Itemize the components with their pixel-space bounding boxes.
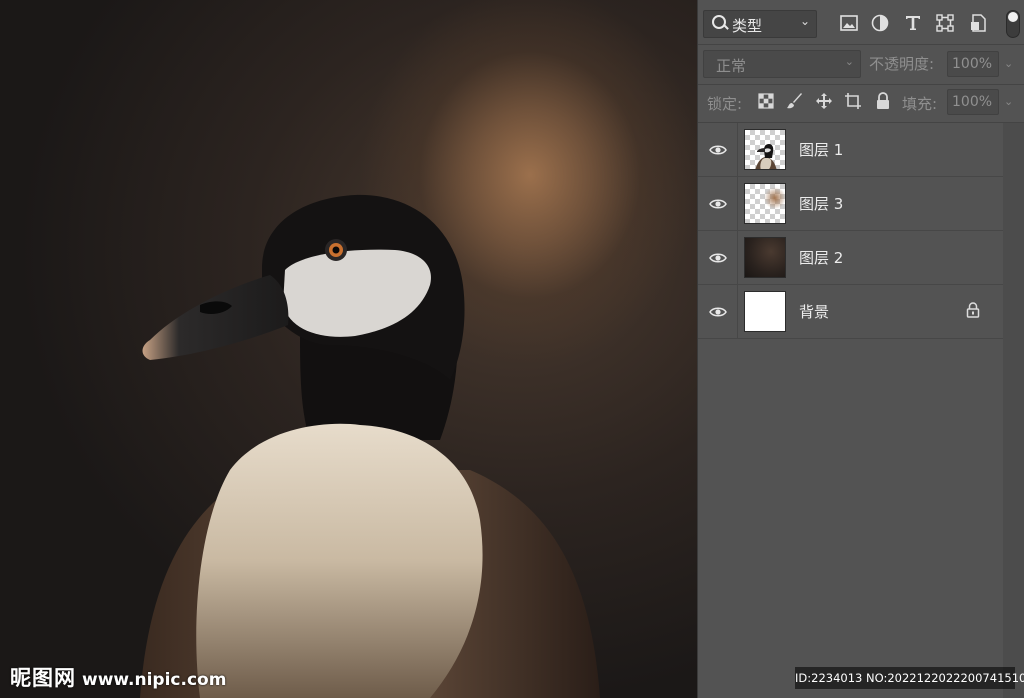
eye-icon	[708, 199, 727, 208]
chevron-down-icon: ⌄	[1004, 57, 1014, 70]
layer-thumbnail	[744, 237, 786, 278]
lock-transparent-icon[interactable]	[757, 92, 775, 110]
visibility-toggle[interactable]	[698, 177, 738, 230]
eye-icon	[708, 253, 727, 262]
layers-scrollbar[interactable]	[1003, 123, 1024, 698]
search-icon	[712, 15, 726, 29]
layer-row[interactable]: 图层 3	[698, 177, 1003, 231]
opacity-value: 100%	[952, 56, 993, 72]
panel-divider	[698, 44, 1024, 45]
lock-icon[interactable]	[966, 302, 980, 322]
opacity-label: 不透明度:	[869, 55, 935, 73]
layer-name[interactable]: 图层 1	[799, 139, 843, 160]
layers-list: 图层 1 图层 3 图层 2 背景	[698, 123, 1003, 339]
adjustment-circle-icon[interactable]	[870, 13, 890, 33]
watermark-logo: 昵图网 www.nipic.com	[10, 662, 226, 692]
smart-object-icon[interactable]	[968, 13, 988, 33]
watermark-url: www.nipic.com	[82, 670, 227, 690]
layer-row[interactable]: 图层 2	[698, 231, 1003, 285]
layer-row[interactable]: 背景	[698, 285, 1003, 339]
layer-row[interactable]: 图层 1	[698, 123, 1003, 177]
fill-input[interactable]: 100% ⌄	[947, 89, 1013, 115]
layer-filter-select[interactable]: 类型 ⌄	[703, 10, 817, 38]
opacity-input[interactable]: 100% ⌄	[947, 51, 1013, 77]
chevron-down-icon: ⌄	[799, 14, 810, 28]
layer-name[interactable]: 图层 3	[799, 193, 843, 214]
layer-thumbnail	[744, 291, 786, 332]
watermark-site: 昵图网	[10, 666, 76, 690]
layer-thumbnail	[744, 129, 786, 170]
lock-all-icon[interactable]	[874, 92, 892, 110]
layer-name[interactable]: 背景	[799, 301, 829, 322]
lock-move-icon[interactable]	[815, 92, 833, 110]
filter-toggle-switch[interactable]	[1006, 10, 1020, 38]
image-id-label: ID:2234013 NO:20221220222007415101	[795, 667, 1024, 689]
visibility-toggle[interactable]	[698, 123, 738, 176]
visibility-toggle[interactable]	[698, 231, 738, 284]
blend-mode-value: 正常	[716, 57, 747, 75]
goose-artwork	[140, 194, 600, 698]
fill-label: 填充:	[902, 95, 938, 113]
eye-icon	[708, 307, 727, 316]
shape-transform-icon[interactable]	[935, 13, 955, 33]
blend-mode-select[interactable]: 正常 ⌄	[703, 50, 861, 78]
layer-filter-label: 类型	[732, 17, 763, 35]
document-canvas[interactable]: 昵图网 www.nipic.com	[0, 0, 697, 698]
chevron-down-icon: ⌄	[1004, 95, 1014, 108]
lock-label: 锁定:	[707, 95, 743, 113]
layer-name[interactable]: 图层 2	[799, 247, 843, 268]
type-icon[interactable]	[903, 13, 923, 33]
fill-value: 100%	[952, 94, 993, 110]
lock-paint-icon[interactable]	[786, 92, 804, 110]
layer-thumbnail	[744, 183, 786, 224]
lock-artboard-icon[interactable]	[844, 92, 862, 110]
layers-panel: 类型 ⌄ 正常 ⌄ 不透明度: 100% ⌄ 锁定: 填充: 100% ⌄ 图层…	[697, 0, 1024, 698]
image-icon[interactable]	[839, 13, 859, 33]
panel-divider	[698, 84, 1024, 85]
visibility-toggle[interactable]	[698, 285, 738, 338]
eye-icon	[708, 145, 727, 154]
chevron-down-icon: ⌄	[844, 55, 854, 68]
